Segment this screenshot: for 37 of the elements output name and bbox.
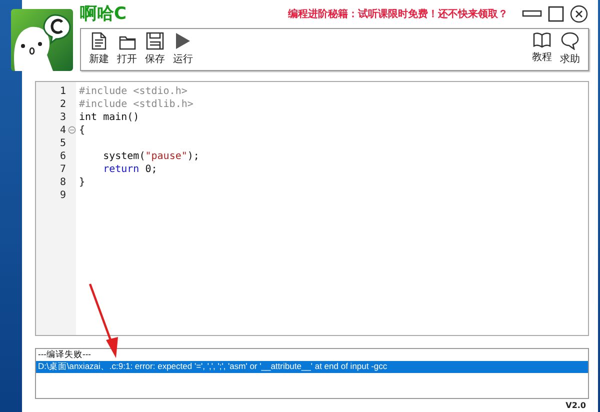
line-number: 1 <box>58 86 66 97</box>
line-number: 4 <box>58 124 66 136</box>
toolbar-button[interactable]: 求助 <box>556 28 584 70</box>
line-number: 8 <box>58 176 66 188</box>
book-icon <box>533 32 551 48</box>
error-message[interactable]: D:\桌面\anxiazai、.c:9:1: error: expected '=', ',', ';', 'asm' or '__attribute__' at end of input -gcc <box>36 360 588 373</box>
toolbar-button[interactable]: 保存 <box>141 28 169 70</box>
toolbar-button[interactable]: 新建 <box>85 28 113 70</box>
code-line: #include <stdlib.h> <box>79 98 194 110</box>
toolbar-button[interactable]: 教程 <box>528 28 556 70</box>
code-line: int main() <box>79 112 140 123</box>
minimize-icon[interactable] <box>522 10 542 18</box>
folder-icon <box>118 36 136 50</box>
document-icon <box>91 32 107 50</box>
line-number: 9 <box>58 190 66 201</box>
code-line: system("pause"); <box>102 150 200 162</box>
line-number: 6 <box>58 150 66 162</box>
toolbar-button[interactable]: 运行 <box>169 28 197 70</box>
version-label: V2.0 <box>566 401 586 410</box>
close-icon[interactable] <box>570 4 588 23</box>
code-editor[interactable]: 1 #include <stdio.h> 2 #include <stdlib.h> 3 int main() 4 { 5 6 system("pause"); 7 return 0; 8 } 9 <box>35 80 589 336</box>
line-number: 2 <box>58 98 66 110</box>
line-number: 7 <box>58 164 66 175</box>
toolbar-button[interactable]: 打开 <box>113 28 141 70</box>
promo-link[interactable]: 编程进阶秘籍：试听课限时免费！还不快来领取？ <box>288 6 508 21</box>
speech-bubble-icon <box>561 32 579 50</box>
code-line: } <box>79 176 86 188</box>
maximize-icon[interactable] <box>548 6 564 22</box>
code-line: #include <stdio.h> <box>79 86 188 97</box>
code-line: { <box>79 124 86 136</box>
play-icon <box>175 32 191 50</box>
fold-icon[interactable] <box>68 126 76 134</box>
code-line: return 0; <box>102 164 158 175</box>
line-number: 3 <box>58 112 66 123</box>
line-number: 5 <box>58 138 66 149</box>
output-heading: ---编译失败--- <box>37 348 91 361</box>
app-title: 啊哈C <box>80 3 126 26</box>
